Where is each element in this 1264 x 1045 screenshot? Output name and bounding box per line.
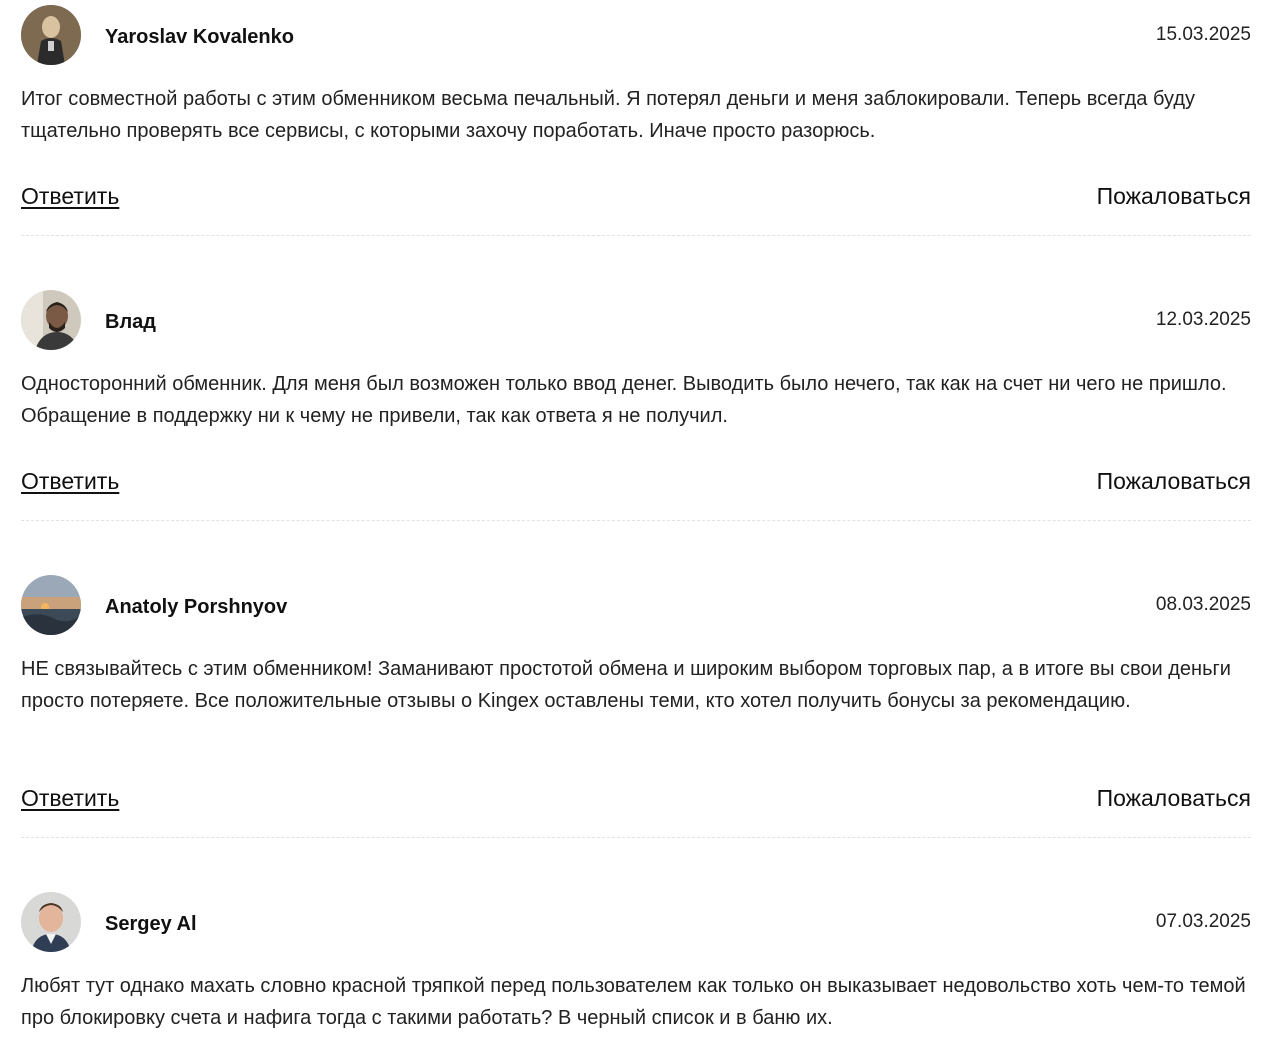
author-name: Anatoly Porshnyov [105, 596, 288, 618]
author-name: Влад [105, 311, 156, 333]
avatar [21, 5, 81, 65]
comment-date: 15.03.2025 [1155, 24, 1251, 45]
comment-date: 08.03.2025 [1155, 594, 1251, 615]
divider [21, 235, 1251, 236]
divider [21, 837, 1251, 838]
reply-link[interactable]: Ответить [21, 468, 119, 495]
comment-text: Односторонний обменник. Для меня был воз… [21, 373, 1227, 427]
comment-date: 12.03.2025 [1155, 309, 1251, 330]
comment-item: Yaroslav Kovalenko 15.03.2025 Итог совме… [21, 5, 1251, 236]
comment-item: Sergey Al 07.03.2025 Любят тут однако ма… [21, 892, 1251, 1029]
comment-date: 07.03.2025 [1155, 911, 1251, 932]
divider [21, 520, 1251, 521]
author-name: Yaroslav Kovalenko [105, 26, 294, 48]
comment-text: Любят тут однако махать словно красной т… [21, 975, 1246, 1029]
comment-item: Влад 12.03.2025 Односторонний обменник. … [21, 290, 1251, 521]
comment-text: НЕ связывайтесь с этим обменником! Заман… [21, 658, 1231, 712]
report-link[interactable]: Пожаловаться [1097, 785, 1251, 812]
author-name: Sergey Al [105, 913, 197, 935]
comment-item: Anatoly Porshnyov 08.03.2025 НЕ связывай… [21, 575, 1251, 838]
reply-link[interactable]: Ответить [21, 183, 119, 210]
report-link[interactable]: Пожаловаться [1097, 468, 1251, 495]
report-link[interactable]: Пожаловаться [1097, 183, 1251, 210]
avatar [21, 575, 81, 635]
avatar [21, 892, 81, 952]
avatar [21, 290, 81, 350]
comment-text: Итог совместной работы с этим обменником… [21, 88, 1195, 142]
reply-link[interactable]: Ответить [21, 785, 119, 812]
